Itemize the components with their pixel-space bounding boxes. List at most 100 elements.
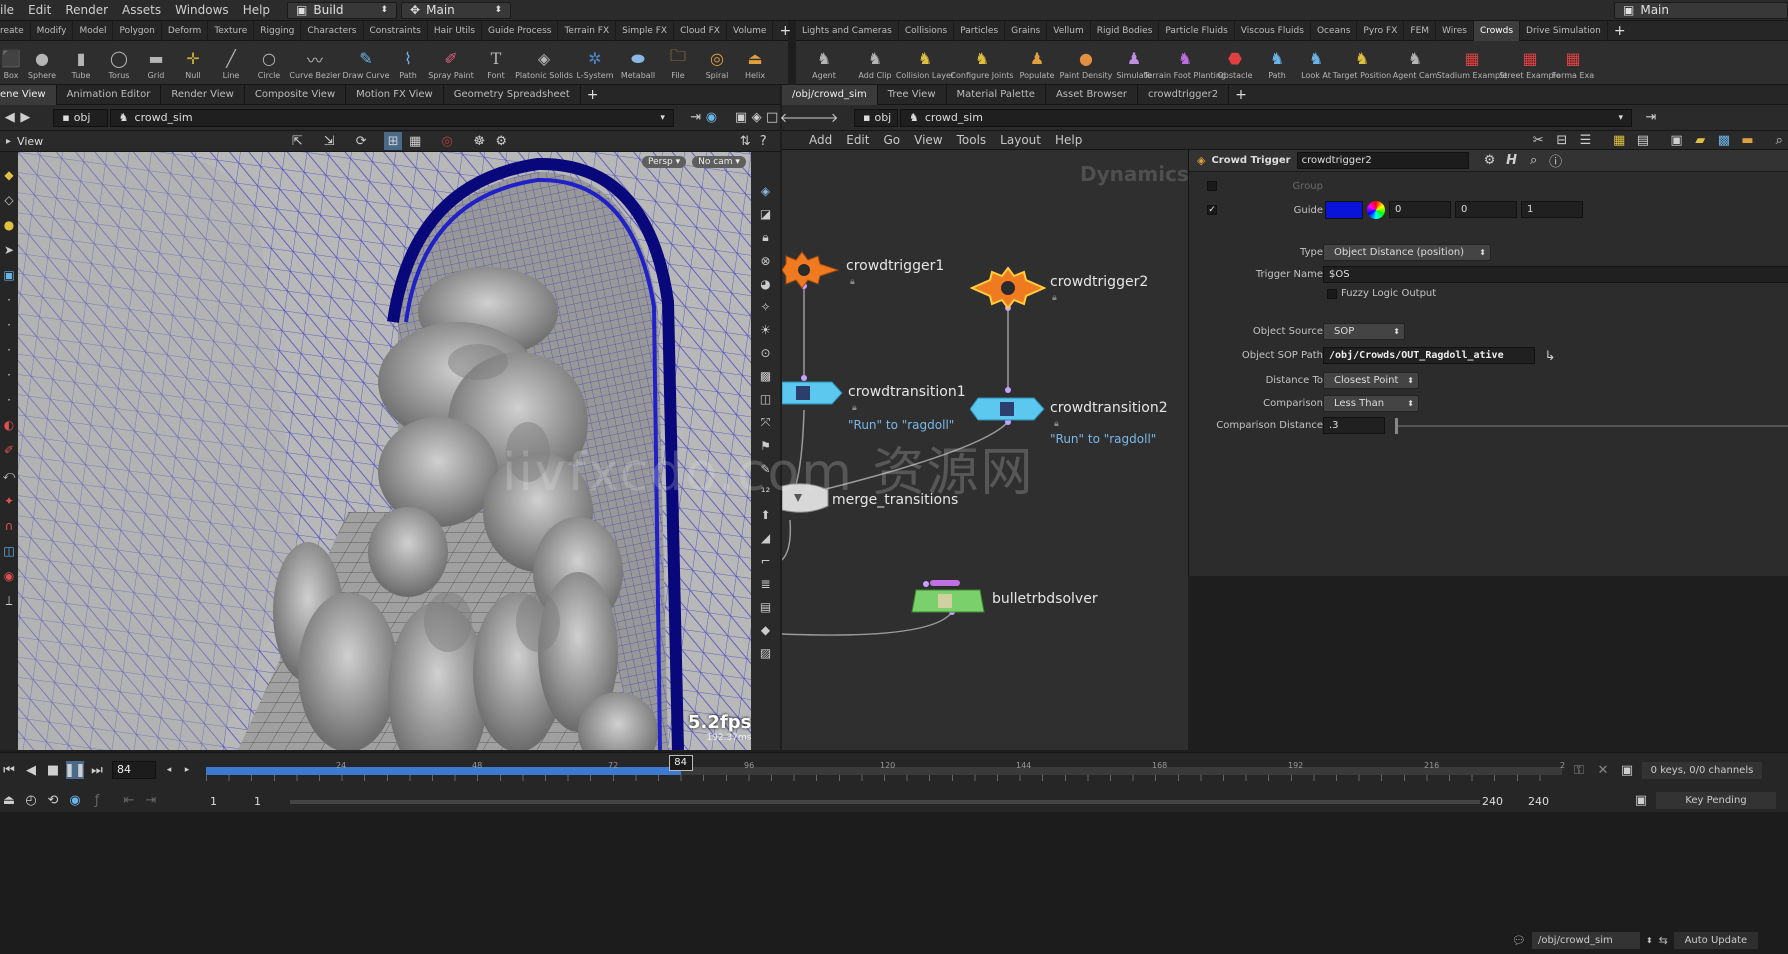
jump-start-icon[interactable]: ⏮ <box>0 761 18 779</box>
status-path[interactable]: /obj/crowd_sim <box>1531 932 1640 949</box>
grid-view-icon[interactable]: ▦ <box>1610 131 1628 149</box>
menu-view[interactable]: View <box>907 133 949 147</box>
shelf-tab-deform[interactable]: Deform <box>162 20 209 41</box>
list-icon[interactable]: ☰ <box>1577 131 1595 149</box>
maximize-icon[interactable]: □ <box>764 109 780 127</box>
search-icon[interactable]: ⌕ <box>1525 152 1543 170</box>
playhead-marker[interactable]: 84 <box>668 755 693 771</box>
channel-icon[interactable]: ▣ <box>1618 761 1636 779</box>
shading-icon[interactable]: ◕ <box>760 277 770 291</box>
tab-parameters[interactable]: crowdtrigger2 <box>1138 84 1230 105</box>
tool-street-example[interactable]: ▦ Street Example <box>1499 46 1561 80</box>
path-node-field[interactable]: ♞ crowd_sim ▾ <box>109 108 674 127</box>
photo-icon[interactable]: ▣ <box>1668 131 1686 149</box>
help-icon[interactable]: ? <box>754 132 772 150</box>
tab-tree-view[interactable]: Tree View <box>878 84 947 105</box>
tool-box[interactable]: ⬛ Box <box>0 46 22 80</box>
range-start2-field[interactable]: 1 <box>254 795 261 808</box>
menu-tools[interactable]: Tools <box>950 133 994 147</box>
object-source-menu[interactable]: SOP ⬍ <box>1323 323 1405 340</box>
tool-agent-cam[interactable]: ♞ Agent Cam <box>1388 46 1442 80</box>
auto-update-icon[interactable]: ⇆ <box>1659 934 1668 947</box>
tool-path[interactable]: ⌇ Path <box>390 46 426 80</box>
menu-help[interactable]: Help <box>236 0 277 21</box>
tool-null[interactable]: ✛ Null <box>174 46 212 80</box>
tool-l-system[interactable]: ✲ L-System <box>572 46 618 80</box>
sop-path-field[interactable]: /obj/Crowds/OUT_Ragdoll_ative <box>1323 347 1535 364</box>
menu-render[interactable]: Render <box>58 0 115 21</box>
tool-target-position[interactable]: ♞ Target Position <box>1333 46 1391 80</box>
snap-icon[interactable]: ✦ <box>4 494 14 508</box>
tool-terrain-foot-planting[interactable]: ♞ Terrain Foot Planting <box>1144 46 1226 80</box>
tab-scene-view[interactable]: ene View <box>0 84 57 105</box>
shelf-tab-terrain-fx[interactable]: Terrain FX <box>558 20 617 41</box>
fps-icon[interactable]: ƒ <box>88 791 106 809</box>
pin-icon[interactable]: ⇥ <box>688 109 704 127</box>
tool-spray-paint[interactable]: ✐ Spray Paint <box>426 46 476 80</box>
shelf-tab-crowds[interactable]: Crowds <box>1473 20 1521 41</box>
network-editor[interactable]: Dynamics crowdtrigger1 🔒︎ crowdtrigger2 … <box>502 150 1189 750</box>
node-crowdtrigger1[interactable] <box>781 250 842 293</box>
auto-update-label[interactable]: Auto Update <box>1673 932 1758 949</box>
add-shelf-icon[interactable]: + <box>773 23 797 39</box>
path-obj-field[interactable]: ▪ obj <box>854 108 898 127</box>
trigger-name-field[interactable]: $OS <box>1323 266 1788 283</box>
node-name-field[interactable]: crowdtrigger2 <box>1296 152 1469 169</box>
stack-icon[interactable]: ≣ <box>760 577 770 591</box>
tab-composite-view[interactable]: Composite View <box>245 84 347 105</box>
node-bulletrbdsolver[interactable] <box>910 578 990 617</box>
viewport-menu-icon[interactable]: ▸ <box>0 136 17 147</box>
key-settings-icon[interactable]: ✕ <box>1594 761 1612 779</box>
sort-icon[interactable]: ⇅ <box>736 132 754 150</box>
comparison-menu[interactable]: Less Than ⬍ <box>1323 395 1419 412</box>
shelf-tab-model[interactable]: Model <box>73 20 114 41</box>
tool-line[interactable]: ╱ Line <box>212 46 250 80</box>
bulb-icon[interactable]: ☀ <box>760 323 771 337</box>
brush-icon[interactable]: ✐ <box>4 443 14 457</box>
back-icon[interactable]: ◀ <box>2 109 18 127</box>
magnet2-icon[interactable]: ∩ <box>5 519 14 533</box>
range-start-field[interactable]: 1 <box>210 795 217 808</box>
path-obj-field[interactable]: ▪ obj <box>53 108 108 127</box>
step-back-icon[interactable]: ◂ <box>160 761 178 779</box>
grid-toggle-icon[interactable]: ▤ <box>760 600 771 614</box>
desktop-dropdown[interactable]: ▣ Build ⬍ <box>287 1 398 19</box>
tool-look-at[interactable]: ♞ Look At <box>1296 46 1336 80</box>
shelf-tab-pyro-fx[interactable]: Pyro FX <box>1357 20 1405 41</box>
camera-icon[interactable]: ☸ <box>470 132 488 150</box>
sound-icon[interactable]: ⏏ <box>0 791 18 809</box>
menu-assets[interactable]: Assets <box>115 0 168 21</box>
shelf-tab-characters[interactable]: Characters <box>301 20 364 41</box>
view-label[interactable]: View <box>17 135 43 148</box>
camera-tool-icon[interactable]: ◫ <box>3 544 14 558</box>
shelf-tab-cloud-fx[interactable]: Cloud FX <box>674 20 727 41</box>
tool-configure-joints[interactable]: ♞ Configure Joints <box>950 46 1013 80</box>
tool-sphere[interactable]: ● Sphere <box>22 46 62 80</box>
record-icon[interactable]: ◉ <box>4 569 14 583</box>
realtime-icon[interactable]: ◴ <box>22 791 40 809</box>
menu-windows[interactable]: Windows <box>168 0 236 21</box>
guide-color-swatch[interactable] <box>1325 201 1363 219</box>
key-pending-icon[interactable]: ▣ <box>1632 791 1650 809</box>
handle-icon[interactable]: ⊞ <box>384 132 403 150</box>
menu-help[interactable]: Help <box>1048 133 1089 147</box>
tool-circle[interactable]: ○ Circle <box>250 46 288 80</box>
transform-handle-icon[interactable]: ⤧ <box>761 415 771 430</box>
menu-file[interactable]: ile <box>0 0 21 21</box>
shelf-tab-collisions[interactable]: Collisions <box>899 20 955 41</box>
menu-go[interactable]: Go <box>876 133 907 147</box>
tool-helix[interactable]: ⏏ Helix <box>736 46 774 80</box>
tree-icon[interactable]: ⊟ <box>1553 131 1571 149</box>
settings-icon[interactable]: ⚙ <box>492 132 510 150</box>
menu-edit[interactable]: Edit <box>21 0 58 21</box>
curve-icon[interactable]: ⤺ <box>3 468 16 483</box>
tool-paint-density[interactable]: ● Paint Density <box>1060 46 1113 80</box>
shelf-tab-volume[interactable]: Volume <box>727 20 774 41</box>
play-reverse-icon[interactable]: ◀ <box>22 761 40 779</box>
node-crowdtrigger2[interactable] <box>969 266 1047 313</box>
cache-icon[interactable]: ◉ <box>66 791 84 809</box>
lock-camera-icon[interactable]: 🔒︎ <box>762 230 768 245</box>
tool-obstacle[interactable]: ⬣ Obstacle <box>1212 46 1258 80</box>
node-crowdtransition1[interactable] <box>781 380 844 409</box>
shelf-tab-particles[interactable]: Particles <box>954 20 1006 41</box>
